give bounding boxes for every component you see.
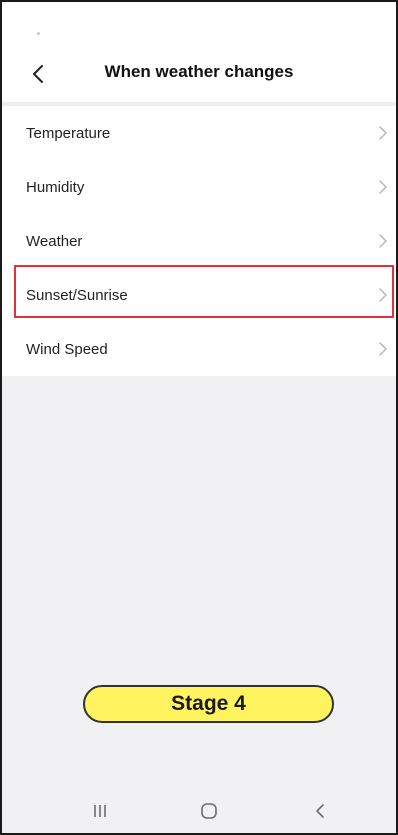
status-indicator — [37, 32, 40, 35]
list-item-label: Weather — [26, 232, 83, 250]
status-bar — [2, 2, 396, 46]
list-item-weather[interactable]: Weather — [2, 214, 396, 268]
page-title: When weather changes — [104, 62, 294, 81]
stage-badge: Stage 4 — [83, 685, 334, 723]
home-button[interactable] — [189, 797, 229, 825]
list-item-label: Temperature — [26, 124, 111, 142]
recent-apps-button[interactable] — [80, 797, 120, 825]
recent-apps-icon — [94, 805, 106, 817]
nav-back-button[interactable] — [300, 797, 340, 825]
list-item-humidity[interactable]: Humidity — [2, 160, 396, 214]
list-item-label: Wind Speed — [26, 340, 108, 358]
nav-back-icon — [316, 804, 324, 818]
phone-screen: When weather changes Temperature Humidit… — [0, 0, 398, 835]
chevron-right-icon — [379, 180, 387, 194]
header-bar: When weather changes — [2, 46, 396, 102]
chevron-right-icon — [379, 234, 387, 248]
chevron-right-icon — [379, 126, 387, 140]
home-icon — [201, 803, 217, 819]
list-item-label: Humidity — [26, 178, 85, 196]
list-item-label: Sunset/Sunrise — [26, 286, 128, 304]
chevron-right-icon — [379, 288, 387, 302]
list-item-temperature[interactable]: Temperature — [2, 106, 396, 160]
system-nav-bar — [2, 789, 396, 833]
list-item-sunset-sunrise[interactable]: Sunset/Sunrise — [2, 268, 396, 322]
condition-list: Temperature Humidity Weather Sunset/Sunr… — [2, 106, 396, 376]
list-item-wind-speed[interactable]: Wind Speed — [2, 322, 396, 376]
chevron-right-icon — [379, 342, 387, 356]
